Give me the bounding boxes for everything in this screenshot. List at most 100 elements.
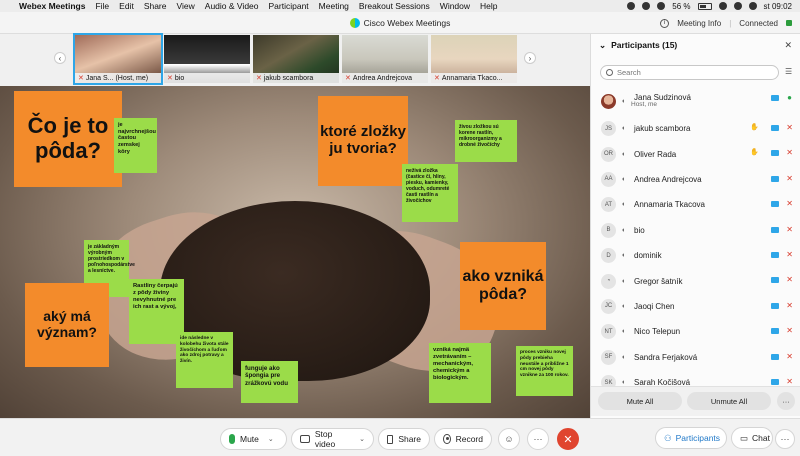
menu-help[interactable]: Help (480, 1, 497, 11)
avatar: SF (601, 349, 616, 365)
muted-mic-icon[interactable]: ✕ (786, 326, 793, 335)
microphone-icon (229, 434, 235, 444)
user-icon[interactable] (733, 2, 742, 10)
menu-bar: Webex Meetings File Edit Share View Audi… (0, 0, 800, 12)
muted-mic-icon[interactable]: ✕ (786, 301, 793, 310)
video-thumbnail[interactable]: ✕ bio (164, 35, 250, 83)
video-icon[interactable] (771, 251, 779, 258)
muted-mic-icon[interactable]: ✕ (786, 199, 793, 208)
participant-row[interactable]: JS ◖ jakub scambora ✋ ✕ (591, 116, 800, 141)
share-button[interactable]: Share (378, 428, 430, 450)
status-icon[interactable] (627, 2, 636, 10)
window-title: Cisco Webex Meetings (363, 18, 451, 28)
menu-window[interactable]: Window (440, 1, 470, 11)
participants-button[interactable]: ⚇ Participants (655, 427, 727, 449)
meeting-info-button[interactable]: Meeting Info (677, 19, 721, 28)
participant-row[interactable]: OR ◖ Oliver Rada ✋ ✕ (591, 141, 800, 166)
more-icon: ··· (533, 434, 543, 444)
menu-app-name[interactable]: Webex Meetings (19, 1, 85, 11)
video-icon[interactable] (771, 150, 779, 157)
muted-mic-icon[interactable]: ✕ (786, 352, 793, 361)
video-icon[interactable] (771, 175, 779, 182)
menu-share[interactable]: Share (144, 1, 167, 11)
video-icon[interactable] (771, 353, 779, 360)
more-options-button[interactable]: ··· (527, 428, 549, 450)
info-icon[interactable]: i (660, 18, 670, 28)
participant-row[interactable]: B ◖ bio ✕ (591, 218, 800, 243)
participant-row[interactable]: SF ◖ Sandra Ferjaková ✕ (591, 345, 800, 370)
menu-edit[interactable]: Edit (119, 1, 134, 11)
video-icon[interactable] (771, 328, 779, 335)
muted-mic-icon: ✕ (434, 75, 440, 82)
participant-row[interactable]: D ◖ dominik ✕ (591, 243, 800, 268)
video-thumbnail[interactable]: ✕ Andrea Andrejcova (342, 35, 428, 83)
video-icon[interactable] (771, 226, 779, 233)
video-thumbnail[interactable]: ✕ Annamaria Tkaco... (431, 35, 517, 83)
participants-panel: ⌄ Participants (15) ✕ Search ☰ ◖ Jana Su… (590, 34, 800, 418)
slide-question-composition: ktoré zložky ju tvoria? (318, 96, 408, 186)
prev-arrow-icon[interactable]: ‹ (54, 52, 66, 64)
mic-on-icon[interactable]: ● (787, 93, 792, 102)
video-icon[interactable] (771, 378, 779, 385)
unmute-all-button[interactable]: Unmute All (687, 392, 771, 410)
mute-all-button[interactable]: Mute All (598, 392, 682, 410)
close-icon[interactable]: ✕ (784, 40, 792, 51)
search-icon[interactable] (718, 2, 727, 10)
menu-view[interactable]: View (177, 1, 195, 11)
participant-row[interactable]: ◔ ◖ Gregor šatník ✕ (591, 268, 800, 293)
muted-mic-icon[interactable]: ✕ (786, 123, 793, 132)
wifi-icon[interactable] (657, 2, 666, 10)
muted-mic-icon[interactable]: ✕ (786, 174, 793, 183)
mic-icon: ◖ (621, 125, 626, 133)
share-icon (387, 434, 394, 444)
menu-breakout[interactable]: Breakout Sessions (359, 1, 430, 11)
participant-name: Sandra Ferjaková (634, 352, 698, 362)
video-icon[interactable] (771, 95, 779, 101)
video-icon[interactable] (771, 302, 779, 309)
mute-button[interactable]: Mute ⌄ (220, 428, 287, 450)
chat-button[interactable]: ▭ Chat (731, 427, 773, 449)
avatar: NT (601, 324, 616, 340)
thumbnail-label: ✕ jakub scambora (253, 73, 339, 83)
end-meeting-button[interactable]: ✕ (557, 428, 579, 450)
menu-meeting[interactable]: Meeting (319, 1, 349, 11)
record-button[interactable]: Record (434, 428, 492, 450)
more-options-button[interactable]: ··· (777, 392, 795, 410)
chevron-down-icon[interactable]: ⌄ (359, 435, 365, 443)
participant-row[interactable]: NT ◖ Nico Telepun ✕ (591, 319, 800, 344)
video-icon[interactable] (771, 201, 779, 208)
muted-mic-icon[interactable]: ✕ (786, 225, 793, 234)
next-arrow-icon[interactable]: › (524, 52, 536, 64)
participant-name: Oliver Rada (634, 149, 677, 159)
participant-row[interactable]: ◖ Jana Sudzinová Host, me ● (591, 86, 800, 116)
chevron-down-icon[interactable]: ⌄ (268, 435, 274, 443)
mic-icon: ◖ (621, 328, 626, 336)
more-panels-button[interactable]: ··· (775, 429, 795, 449)
muted-mic-icon[interactable]: ✕ (786, 148, 793, 157)
video-thumbnail[interactable]: ✕ Jana S... (Host, me) (73, 33, 163, 85)
participant-row[interactable]: AT ◖ Annamaria Tkacova ✕ (591, 192, 800, 217)
video-thumbnail[interactable]: ✕ jakub scambora (253, 35, 339, 83)
participant-row[interactable]: AA ◖ Andrea Andrejcova ✕ (591, 167, 800, 192)
menu-file[interactable]: File (95, 1, 109, 11)
search-input[interactable]: Search (600, 65, 779, 80)
battery-icon[interactable] (697, 2, 712, 10)
sort-icon[interactable]: ☰ (785, 67, 795, 77)
muted-mic-icon[interactable]: ✕ (786, 275, 793, 284)
participant-name: bio (634, 225, 645, 235)
muted-mic-icon[interactable]: ✕ (786, 250, 793, 259)
reactions-button[interactable]: ☺ (498, 428, 520, 450)
muted-mic-icon[interactable]: ✕ (786, 377, 793, 386)
status-icon[interactable] (642, 2, 651, 10)
control-center-icon[interactable] (748, 2, 757, 10)
video-icon[interactable] (771, 277, 779, 284)
chevron-down-icon[interactable]: ⌄ (599, 40, 606, 51)
video-icon[interactable] (771, 125, 779, 131)
clock[interactable]: st 09:02 (764, 2, 792, 11)
menu-audio-video[interactable]: Audio & Video (205, 1, 259, 11)
stop-video-button[interactable]: Stop video ⌄ (291, 428, 374, 450)
mic-icon: ◖ (621, 97, 626, 105)
menu-participant[interactable]: Participant (269, 1, 309, 11)
participant-row[interactable]: JC ◖ Jaoqi Chen ✕ (591, 294, 800, 319)
thumbnail-label: ✕ bio (164, 73, 250, 83)
